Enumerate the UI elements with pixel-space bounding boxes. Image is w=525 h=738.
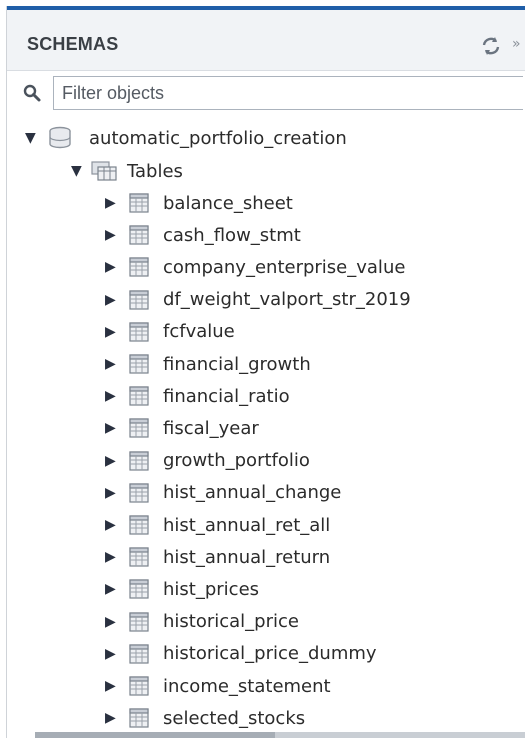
expand-arrow-icon[interactable]: ▶ xyxy=(105,420,123,436)
tables-folder-row[interactable]: ▼ Tables xyxy=(71,155,183,187)
table-icon xyxy=(129,708,149,728)
tables-folder-label: Tables xyxy=(127,160,183,182)
table-icon xyxy=(129,676,149,696)
expand-arrow-icon[interactable]: ▶ xyxy=(105,292,123,308)
search-icon xyxy=(22,83,42,103)
table-row[interactable]: ▶ historical_price_dummy xyxy=(105,638,377,670)
table-row[interactable]: ▶ fcfvalue xyxy=(105,316,235,348)
table-icon xyxy=(129,354,149,374)
table-row[interactable]: ▶ growth_portfolio xyxy=(105,445,310,477)
table-row[interactable]: ▶ hist_prices xyxy=(105,573,259,605)
expand-arrow-icon[interactable]: ▶ xyxy=(105,710,123,726)
table-icon xyxy=(129,579,149,599)
expand-arrow-icon[interactable]: ▶ xyxy=(105,549,123,565)
horizontal-scrollbar[interactable] xyxy=(35,732,525,738)
table-icon xyxy=(129,515,149,535)
expand-arrow-icon[interactable]: ▶ xyxy=(105,195,123,211)
table-row[interactable]: ▶ hist_annual_return xyxy=(105,541,330,573)
table-icon xyxy=(129,193,149,213)
expand-arrow-icon[interactable]: ▶ xyxy=(105,485,123,501)
table-row[interactable]: ▶ balance_sheet xyxy=(105,187,293,219)
table-name: cash_flow_stmt xyxy=(163,224,301,246)
table-name: company_enterprise_value xyxy=(163,256,406,278)
scrollbar-thumb[interactable] xyxy=(35,732,275,738)
table-name: historical_price xyxy=(163,611,299,633)
expand-arrow-icon[interactable]: ▶ xyxy=(105,388,123,404)
expand-arrow-icon[interactable]: ▶ xyxy=(105,324,123,340)
filter-row xyxy=(7,71,525,115)
table-name: hist_annual_return xyxy=(163,546,331,568)
expand-arrow-icon[interactable]: ▶ xyxy=(105,646,123,662)
table-row[interactable]: ▶ financial_ratio xyxy=(105,380,290,412)
table-name: df_weight_valport_str_2019 xyxy=(163,289,411,311)
table-icon xyxy=(129,418,149,438)
table-name: historical_price_dummy xyxy=(163,643,377,665)
table-name: financial_ratio xyxy=(163,385,290,407)
expand-arrow-icon[interactable]: ▶ xyxy=(105,614,123,630)
table-icon xyxy=(129,547,149,567)
schemas-title: SCHEMAS xyxy=(27,34,119,54)
tables-folder-icon xyxy=(91,160,117,182)
table-row[interactable]: ▶ income_statement xyxy=(105,670,331,702)
table-name: financial_growth xyxy=(163,353,311,375)
table-row[interactable]: ▶ fiscal_year xyxy=(105,412,259,444)
table-icon xyxy=(129,644,149,664)
table-icon xyxy=(129,289,149,310)
table-name: fiscal_year xyxy=(163,417,259,439)
schema-row[interactable]: ▼ automatic_portfolio_creation xyxy=(25,122,347,154)
more-icon[interactable]: » xyxy=(512,36,521,52)
table-name: balance_sheet xyxy=(163,192,293,214)
table-row[interactable]: ▶ selected_stocks xyxy=(105,702,305,734)
refresh-icon[interactable] xyxy=(479,34,503,58)
table-name: growth_portfolio xyxy=(163,450,310,472)
expand-arrow-icon[interactable]: ▶ xyxy=(105,356,123,372)
schemas-header: SCHEMAS » xyxy=(7,10,525,71)
schema-tree: ▼ automatic_portfolio_creation ▼ Tables … xyxy=(7,118,525,738)
table-row[interactable]: ▶ cash_flow_stmt xyxy=(105,219,301,251)
database-icon xyxy=(47,126,73,150)
table-name: hist_prices xyxy=(163,578,260,600)
table-name: selected_stocks xyxy=(163,707,306,729)
expand-arrow-icon[interactable]: ▶ xyxy=(105,227,123,243)
table-row[interactable]: ▶ company_enterprise_value xyxy=(105,251,405,283)
table-icon xyxy=(129,386,149,406)
schemas-panel: SCHEMAS » ▼ xyxy=(6,6,525,738)
expand-arrow-icon[interactable]: ▼ xyxy=(71,163,89,179)
table-icon xyxy=(129,483,149,503)
table-name: hist_annual_change xyxy=(163,482,342,504)
table-icon xyxy=(129,322,149,342)
table-icon xyxy=(129,257,149,277)
table-row[interactable]: ▶ hist_annual_change xyxy=(105,477,341,509)
expand-arrow-icon[interactable]: ▶ xyxy=(105,453,123,469)
expand-arrow-icon[interactable]: ▶ xyxy=(105,581,123,597)
table-row[interactable]: ▶ financial_growth xyxy=(105,348,311,380)
expand-arrow-icon[interactable]: ▶ xyxy=(105,678,123,694)
schema-name: automatic_portfolio_creation xyxy=(89,127,347,149)
filter-objects-input[interactable] xyxy=(53,76,523,110)
table-icon xyxy=(129,225,149,245)
expand-arrow-icon[interactable]: ▶ xyxy=(105,259,123,275)
table-name: income_statement xyxy=(163,675,331,697)
table-row[interactable]: ▶ historical_price xyxy=(105,606,299,638)
table-icon xyxy=(129,611,149,632)
expand-arrow-icon[interactable]: ▼ xyxy=(25,130,43,146)
table-icon xyxy=(129,450,149,471)
expand-arrow-icon[interactable]: ▶ xyxy=(105,517,123,533)
table-row[interactable]: ▶ df_weight_valport_str_2019 xyxy=(105,284,411,316)
table-name: fcfvalue xyxy=(163,321,235,343)
table-row[interactable]: ▶ hist_annual_ret_all xyxy=(105,509,330,541)
table-name: hist_annual_ret_all xyxy=(163,514,331,536)
